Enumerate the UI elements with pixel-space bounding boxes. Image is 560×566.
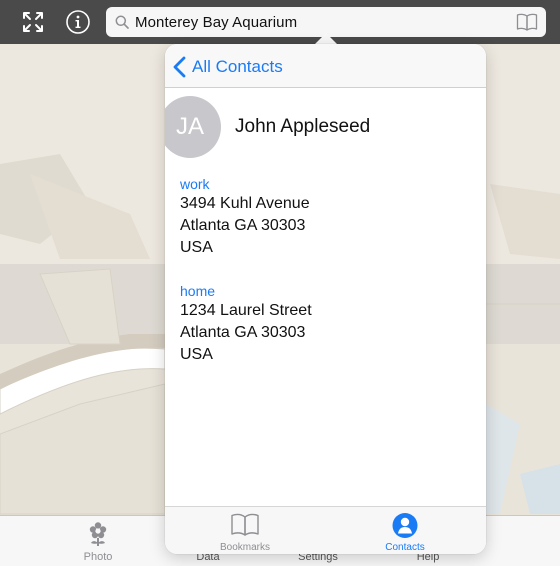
address-street: 3494 Kuhl Avenue: [180, 195, 310, 212]
open-book-icon: [231, 513, 259, 536]
address-city: Atlanta GA 30303: [180, 217, 306, 234]
tab-contacts[interactable]: Contacts: [325, 507, 485, 554]
address-street: 1234 Laurel Street: [180, 302, 312, 319]
chevron-left-icon: [173, 56, 186, 78]
popover-nav-header: All Contacts: [165, 44, 486, 88]
address-work[interactable]: work 3494 Kuhl Avenue Atlanta GA 30303 U…: [180, 175, 480, 259]
address-country: USA: [180, 239, 213, 256]
avatar: JA: [165, 96, 221, 158]
back-button-label: All Contacts: [192, 57, 283, 76]
open-book-icon[interactable]: [516, 12, 538, 32]
back-button[interactable]: All Contacts: [173, 54, 283, 80]
contacts-popover: All Contacts JA John Appleseed work 3494…: [165, 44, 486, 554]
address-home[interactable]: home 1234 Laurel Street Atlanta GA 30303…: [180, 282, 480, 366]
expand-arrows-icon[interactable]: [18, 8, 48, 36]
magnifier-icon: [115, 15, 129, 29]
person-circle-icon: [392, 513, 418, 538]
info-circle-icon[interactable]: [63, 8, 93, 36]
contact-name: John Appleseed: [235, 116, 371, 137]
address-label: work: [180, 176, 210, 192]
popover-tab-bar: Bookmarks Contacts: [165, 506, 486, 554]
address-label: home: [180, 283, 216, 299]
search-input[interactable]: Monterey Bay Aquarium: [135, 14, 297, 31]
address-country: USA: [180, 346, 213, 363]
contact-header: JA John Appleseed: [165, 96, 486, 160]
tab-photo[interactable]: Photo: [43, 516, 153, 566]
tab-bookmarks[interactable]: Bookmarks: [165, 507, 325, 554]
tab-bookmarks-label: Bookmarks: [219, 542, 270, 553]
tab-photo-label: Photo: [83, 551, 113, 563]
top-toolbar: Monterey Bay Aquarium: [0, 0, 560, 44]
tab-contacts-label: Contacts: [385, 542, 425, 553]
flower-icon: [89, 522, 107, 546]
address-city: Atlanta GA 30303: [180, 324, 306, 341]
